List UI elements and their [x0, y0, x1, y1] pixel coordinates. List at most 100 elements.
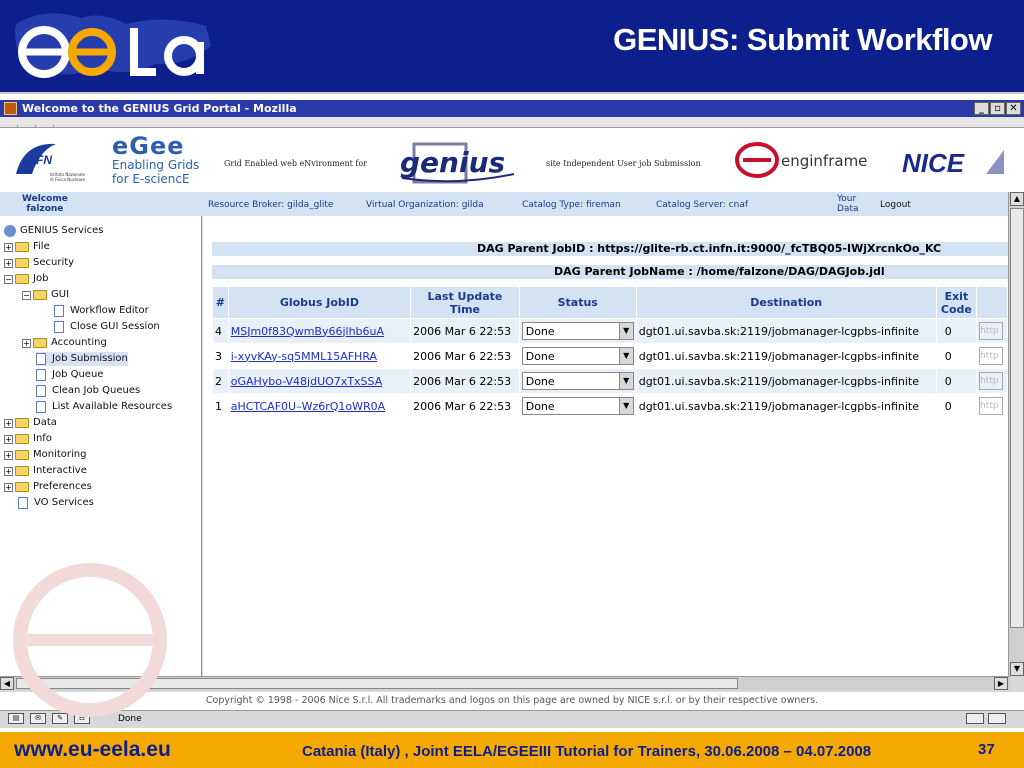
window-title: Welcome to the GENIUS Grid Portal - Mozi…	[22, 102, 297, 115]
folder-icon	[15, 258, 29, 268]
slide-header: GENIUS: Submit Workflow	[0, 0, 1024, 94]
welcome-user: Welcome falzone	[22, 194, 68, 214]
tree-item-workflow-editor[interactable]: Workflow Editor	[54, 304, 149, 318]
catalog-server: Catalog Server: cnaf	[656, 200, 749, 210]
table-row: 1 aHCTCAF0U–Wz6rQ1oWR0A 2006 Mar 6 22:53…	[213, 394, 1007, 418]
tree-item-job[interactable]: − Job	[4, 272, 48, 286]
tree-item-monitoring[interactable]: + Monitoring	[4, 448, 86, 462]
scroll-up-icon[interactable]: ▲	[1010, 192, 1024, 206]
genius-logo: genius	[400, 142, 515, 184]
your-data-link[interactable]: Your Data	[837, 194, 859, 214]
document-icon	[54, 305, 64, 317]
tree-item-clean-job-queues[interactable]: Clean Job Queues	[36, 384, 140, 398]
col-header-destination: Destination	[636, 287, 936, 318]
folder-icon	[15, 434, 29, 444]
background-watermark	[13, 563, 167, 717]
tree-item-preferences[interactable]: + Preferences	[4, 480, 92, 494]
connection-icon	[966, 713, 984, 724]
egee-line-2: for E-sciencE	[112, 172, 190, 186]
vertical-scrollbar[interactable]: ▲ ▼	[1008, 192, 1024, 676]
nice-logo: NICE	[902, 148, 1004, 178]
slide-footer: www.eu-eela.eu Catania (Italy) , Joint E…	[0, 732, 1024, 768]
maximize-button[interactable]: ▫	[990, 102, 1005, 115]
col-header-output	[977, 287, 1007, 318]
tree-item-info[interactable]: + Info	[4, 432, 52, 446]
security-lock-icon	[988, 713, 1006, 724]
svg-text:genius: genius	[400, 146, 505, 179]
svg-text:NICE: NICE	[902, 148, 965, 178]
job-id-link[interactable]: MSJm0f83QwmBy66jlhb6uA	[231, 325, 384, 338]
col-header-status: Status	[519, 287, 636, 318]
genius-acronym-caption: Grid Enabled web eNvironment for	[224, 159, 367, 168]
tree-item-file[interactable]: + File	[4, 240, 50, 254]
resource-broker: Resource Broker: gilda_glite	[208, 200, 334, 210]
folder-open-icon	[33, 290, 47, 300]
output-url-field[interactable]: http	[979, 397, 1004, 415]
table-row: 4 MSJm0f83QwmBy66jlhb6uA 2006 Mar 6 22:5…	[213, 319, 1007, 343]
scroll-right-icon[interactable]: ▶	[994, 677, 1008, 690]
main-content: DAG Parent JobID : https://glite-rb.ct.i…	[203, 216, 1008, 676]
tree-item-list-available-resources[interactable]: List Available Resources	[36, 400, 172, 414]
document-icon	[36, 401, 46, 413]
col-header-exit-code: Exit Code	[936, 287, 977, 318]
document-icon	[36, 385, 46, 397]
document-icon	[54, 321, 64, 333]
chevron-down-icon: ▼	[618, 348, 633, 364]
infn-text: INFN	[24, 153, 52, 167]
tree-root[interactable]: GENIUS Services	[4, 224, 104, 238]
status-select[interactable]: Done ▼	[521, 322, 634, 340]
table-row: 2 oGAHybo-V48jdUO7xTxSSA 2006 Mar 6 22:5…	[213, 369, 1007, 393]
output-url-field[interactable]: http	[979, 347, 1004, 365]
tree-item-vo-services[interactable]: VO Services	[18, 496, 94, 510]
tree-item-accounting[interactable]: + Accounting	[22, 336, 107, 350]
chevron-down-icon: ▼	[618, 373, 633, 389]
tree-item-close-gui-session[interactable]: Close GUI Session	[54, 320, 160, 334]
slide-title: GENIUS: Submit Workflow	[613, 22, 992, 57]
job-id-link[interactable]: oGAHybo-V48jdUO7xTxSSA	[231, 375, 383, 388]
job-id-link[interactable]: aHCTCAF0U–Wz6rQ1oWR0A	[231, 400, 385, 413]
status-select[interactable]: Done ▼	[521, 372, 634, 390]
svg-text:di Fisica Nucleare: di Fisica Nucleare	[50, 177, 85, 182]
footer-url: www.eu-eela.eu	[14, 738, 171, 761]
logout-link[interactable]: Logout	[880, 200, 911, 210]
scroll-down-icon[interactable]: ▼	[1010, 662, 1024, 676]
dag-parent-jobname: DAG Parent JobName : /home/falzone/DAG/D…	[212, 265, 1008, 279]
egee-logo: eGee Enabling Grids for E-sciencE	[112, 134, 204, 188]
minimize-button[interactable]: _	[974, 102, 989, 115]
egee-wordmark: eGee	[112, 132, 185, 160]
col-header-num: #	[213, 287, 228, 318]
tree-item-interactive[interactable]: + Interactive	[4, 464, 87, 478]
table-row: 3 i-xyvKAy-sq5MML15AFHRA 2006 Mar 6 22:5…	[213, 344, 1007, 368]
document-icon	[36, 353, 46, 365]
tree-item-data[interactable]: + Data	[4, 416, 57, 430]
page-number: 37	[978, 741, 995, 758]
status-select[interactable]: Done ▼	[521, 347, 634, 365]
chevron-down-icon: ▼	[618, 398, 633, 414]
services-icon	[4, 225, 16, 237]
dag-parent-jobid: DAG Parent JobID : https://glite-rb.ct.i…	[212, 242, 1008, 256]
document-icon	[18, 497, 28, 509]
slide: GENIUS: Submit Workflow Welcome to the G…	[0, 0, 1024, 768]
tree-item-gui[interactable]: − GUI	[22, 288, 69, 302]
tree-item-security[interactable]: + Security	[4, 256, 74, 270]
tree-item-job-submission[interactable]: Job Submission	[36, 352, 128, 366]
jobs-table: # Globus JobID Last Update Time Status D…	[212, 286, 1008, 419]
folder-icon	[15, 466, 29, 476]
tree-item-job-queue[interactable]: Job Queue	[36, 368, 103, 382]
output-url-field[interactable]: http	[979, 372, 1004, 390]
ee-la-logo	[15, 13, 211, 78]
footer-event: Catania (Italy) , Joint EELA/EGEEIII Tut…	[302, 743, 872, 760]
status-select[interactable]: Done ▼	[521, 397, 634, 415]
col-header-last-update: Last Update Time	[411, 287, 519, 318]
infn-logo: INFN Istituto Nazionale di Fisica Nuclea…	[16, 143, 86, 182]
scroll-thumb[interactable]	[1010, 208, 1024, 628]
svg-text:enginframe: enginframe	[781, 152, 867, 170]
folder-open-icon	[15, 274, 29, 284]
enginframe-logo: enginframe	[735, 142, 867, 178]
job-id-link[interactable]: i-xyvKAy-sq5MML15AFHRA	[231, 350, 377, 363]
window-titlebar: Welcome to the GENIUS Grid Portal - Mozi…	[0, 100, 1024, 117]
close-button[interactable]: ✕	[1006, 102, 1021, 115]
output-url-field[interactable]: http	[979, 322, 1004, 340]
catalog-type: Catalog Type: fireman	[522, 200, 621, 210]
folder-icon	[33, 338, 47, 348]
